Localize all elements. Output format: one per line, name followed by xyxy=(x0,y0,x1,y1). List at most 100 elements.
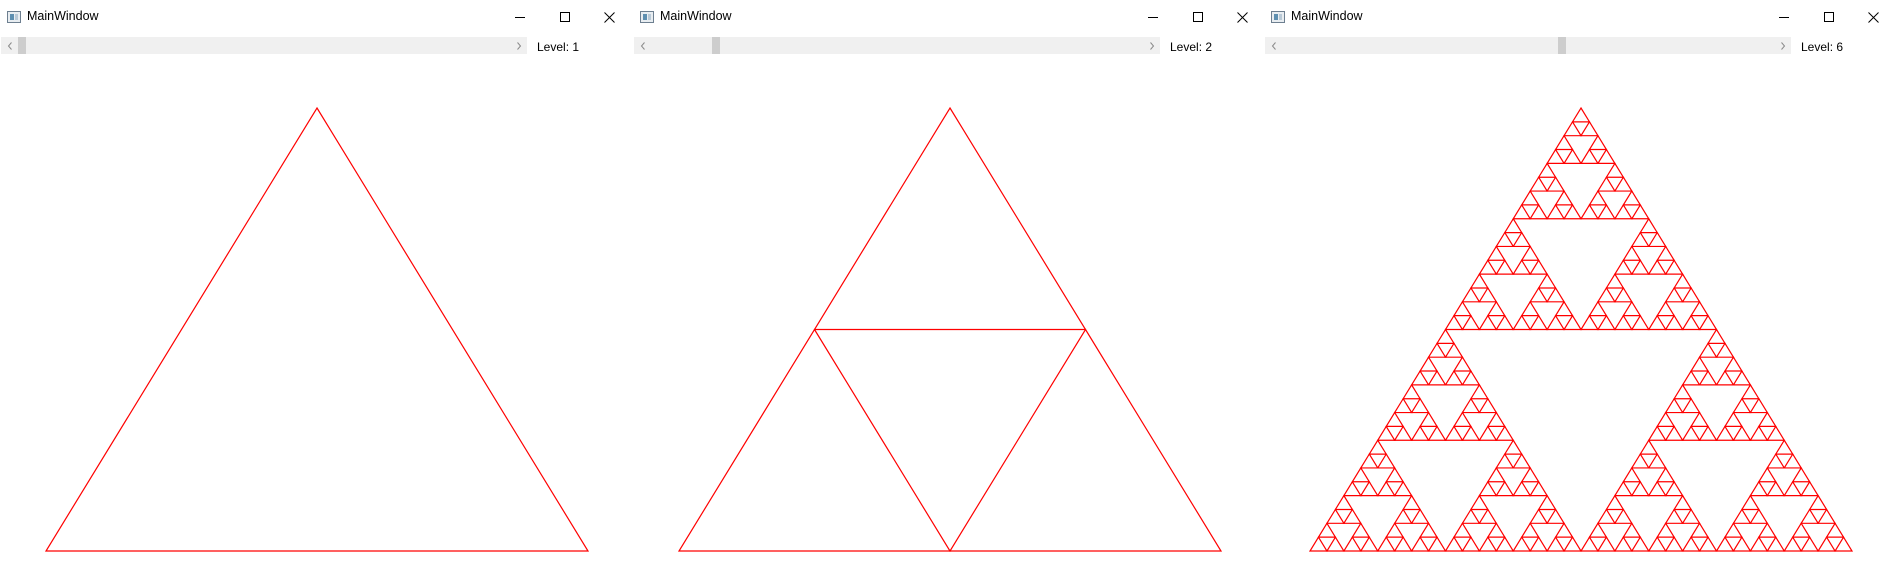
fractal-triangle xyxy=(1732,425,1752,441)
fractal-triangle xyxy=(1664,286,1684,303)
fractal-triangle xyxy=(1393,425,1413,441)
fractal-triangle xyxy=(1308,536,1329,552)
title-bar[interactable]: MainWindow xyxy=(0,0,634,36)
fractal-triangle xyxy=(1766,452,1786,469)
fractal-triangle xyxy=(1537,162,1557,178)
fractal-triangle xyxy=(1554,189,1574,206)
fractal-triangle xyxy=(1766,480,1786,497)
fractal-triangle xyxy=(1461,425,1481,441)
fractal-triangle xyxy=(1469,272,1489,289)
scrollbar-thumb[interactable] xyxy=(1557,37,1566,54)
maximize-button[interactable] xyxy=(542,0,587,34)
fractal-triangle xyxy=(1495,452,1515,469)
fractal-triangle xyxy=(1359,480,1379,497)
fractal-triangle xyxy=(1427,369,1447,386)
minimize-button[interactable] xyxy=(1761,0,1806,34)
fractal-triangle xyxy=(1478,536,1498,552)
fractal-triangle xyxy=(1664,314,1684,331)
fractal-triangle xyxy=(1647,259,1667,275)
fractal-triangle xyxy=(1495,425,1515,441)
fractal-triangle xyxy=(1800,480,1820,497)
maximize-button[interactable] xyxy=(1175,0,1220,34)
fractal-triangle xyxy=(1630,314,1650,331)
chevron-right-icon xyxy=(1780,41,1785,50)
fractal-triangle xyxy=(1656,522,1676,538)
minimize-button[interactable] xyxy=(497,0,542,34)
fractal-triangle xyxy=(1546,203,1566,220)
fractal-triangle xyxy=(1376,536,1396,552)
fractal-triangle xyxy=(1520,189,1540,206)
fractal-triangle xyxy=(1503,439,1523,455)
fractal-triangle xyxy=(1469,494,1489,511)
fractal-triangle xyxy=(1749,397,1769,414)
fractal-triangle xyxy=(1512,452,1532,469)
fractal-triangle xyxy=(1376,452,1396,469)
fractal-triangle xyxy=(1647,425,1667,441)
fractal-triangle xyxy=(1486,466,1506,483)
fractal-triangle xyxy=(1334,494,1354,511)
scrollbar-thumb[interactable] xyxy=(711,37,720,54)
fractal-triangle xyxy=(1732,508,1752,524)
close-button[interactable] xyxy=(1220,0,1265,34)
scroll-right-button[interactable] xyxy=(1143,37,1160,54)
fractal-triangle xyxy=(1664,508,1684,524)
fractal-triangle xyxy=(1317,522,1337,538)
fractal-triangle xyxy=(1630,452,1650,469)
fractal-triangle xyxy=(1495,231,1515,248)
fractal-triangle xyxy=(1537,494,1557,511)
window-title: MainWindow xyxy=(660,9,732,23)
fractal-triangle xyxy=(1690,411,1710,428)
scroll-left-button[interactable] xyxy=(634,37,651,54)
fractal-triangle xyxy=(1546,508,1566,524)
minimize-button[interactable] xyxy=(1130,0,1175,34)
fractal-triangle xyxy=(1588,522,1608,538)
fractal-triangle xyxy=(1444,536,1464,552)
fractal-triangle xyxy=(1342,508,1362,524)
fractal-triangle xyxy=(1664,480,1684,497)
chevron-right-icon xyxy=(1149,41,1154,50)
fractal-triangle xyxy=(1478,397,1498,414)
main-window-3: MainWindow Level: 6 xyxy=(1264,0,1898,564)
maximize-icon xyxy=(1192,12,1203,22)
fractal-triangle xyxy=(1393,536,1413,552)
level-label: Level: 2 xyxy=(1170,40,1213,54)
scrollbar-thumb[interactable] xyxy=(18,37,26,54)
sierpinski-canvas xyxy=(677,106,1223,552)
fractal-triangle xyxy=(1461,314,1481,331)
close-icon xyxy=(604,11,615,23)
fractal-triangle xyxy=(1647,480,1667,497)
scroll-left-button[interactable] xyxy=(1265,37,1282,54)
close-button[interactable] xyxy=(587,0,632,34)
fractal-triangle xyxy=(1512,536,1532,552)
main-window-1: MainWindow Level: 1 xyxy=(0,0,634,564)
level-scrollbar[interactable] xyxy=(1,37,527,54)
fractal-triangle xyxy=(1664,425,1684,441)
fractal-triangle xyxy=(1419,356,1439,372)
fractal-triangle xyxy=(1503,217,1523,234)
fractal-triangle xyxy=(1613,536,1633,552)
fractal-triangle xyxy=(1520,522,1540,538)
fractal-triangle xyxy=(1783,480,1803,497)
title-bar[interactable]: MainWindow xyxy=(633,0,1267,36)
level-scrollbar[interactable] xyxy=(634,37,1160,54)
fractal-triangle xyxy=(1410,508,1430,524)
fractal-triangle xyxy=(1571,106,1591,123)
fractal-triangle xyxy=(1690,522,1710,538)
fractal-triangle xyxy=(1342,536,1362,552)
title-bar[interactable]: MainWindow xyxy=(1264,0,1898,36)
fractal-triangle xyxy=(1613,259,1633,275)
fractal-triangle xyxy=(1749,508,1769,524)
fractal-triangle xyxy=(1495,314,1515,331)
fractal-triangle xyxy=(1774,439,1794,455)
fractal-triangle xyxy=(1622,300,1642,317)
scroll-right-button[interactable] xyxy=(510,37,527,54)
fractal-triangle xyxy=(1385,411,1405,428)
maximize-button[interactable] xyxy=(1806,0,1851,34)
close-button[interactable] xyxy=(1851,0,1896,34)
fractal-triangle xyxy=(1757,411,1777,428)
level-scrollbar[interactable] xyxy=(1265,37,1791,54)
close-icon xyxy=(1237,11,1248,23)
scroll-right-button[interactable] xyxy=(1774,37,1791,54)
scroll-left-button[interactable] xyxy=(1,37,18,54)
fractal-triangle xyxy=(1342,480,1362,497)
